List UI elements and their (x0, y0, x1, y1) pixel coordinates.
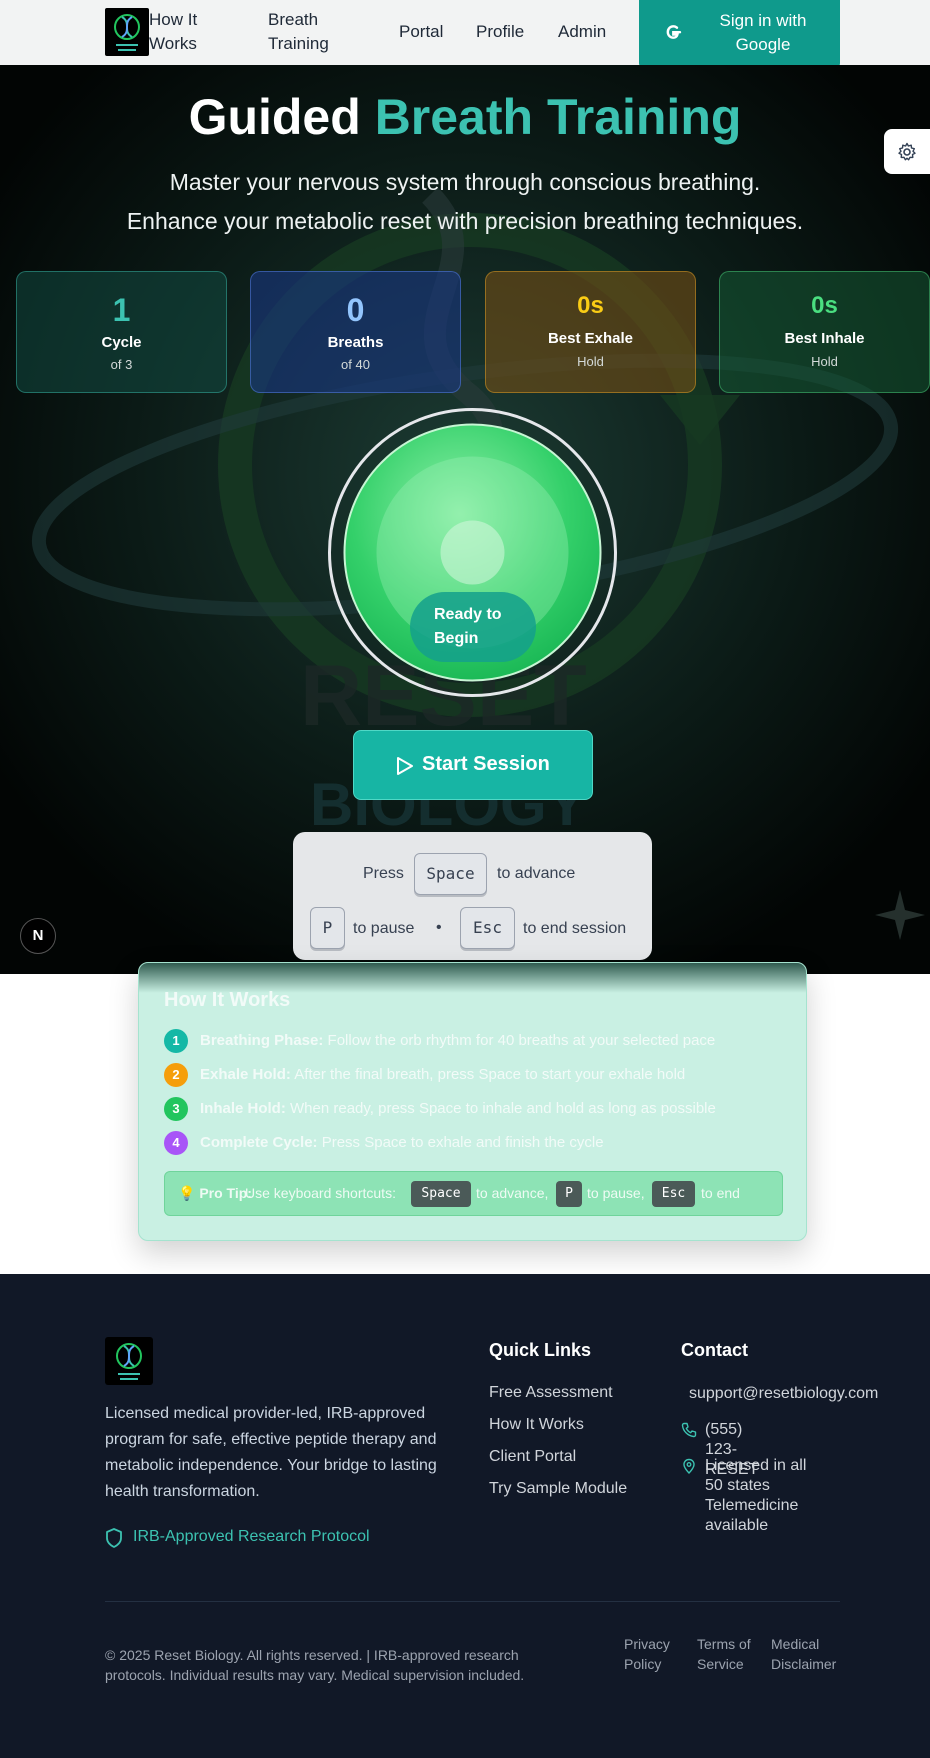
space-key: Space (414, 853, 487, 895)
step-2-desc: After the final breath, press Space to s… (294, 1066, 686, 1083)
pro-tip-esc-key: Esc (652, 1181, 695, 1207)
settings-button[interactable] (884, 129, 930, 174)
step-3-number: 3 (164, 1097, 188, 1121)
subtitle-line-2: Enhance your metabolic reset with precis… (126, 208, 804, 234)
footer-description: Licensed medical provider-led, IRB-appro… (105, 1405, 437, 1500)
top-nav: How It Works Breath Training Portal Prof… (0, 0, 930, 69)
step-1-number: 1 (164, 1029, 188, 1053)
contact-email[interactable]: support@resetbiology.com (689, 1384, 878, 1404)
stat-best-inhale-sub: Hold (811, 354, 838, 369)
dna-logo-icon (114, 14, 140, 51)
pro-tip-text-4: to end (701, 1185, 740, 1201)
step-4-number: 4 (164, 1131, 188, 1155)
stat-breaths-sub: of 40 (341, 357, 370, 372)
footer: Licensed medical provider-led, IRB-appro… (0, 1274, 930, 1758)
dev-tools-badge[interactable]: N (20, 918, 56, 954)
sign-in-label: Sign in with Google (719, 11, 807, 54)
stat-best-inhale-label: Best Inhale (784, 330, 865, 347)
pro-tip-text-3: to pause, (587, 1185, 645, 1201)
google-sign-in-button[interactable]: Sign in with Google (639, 0, 840, 69)
shortcut-pause-text: to pause (353, 920, 415, 937)
footer-divider (105, 1601, 840, 1602)
quick-links-title: Quick Links (489, 1340, 592, 1360)
subtitle-line-1: Master your nervous system through consc… (169, 169, 761, 195)
stat-cycle: 1 Cycle of 3 (16, 271, 227, 393)
how-it-works-card: How It Works 1 Breathing Phase: Follow t… (138, 962, 807, 1241)
contact-title: Contact (681, 1340, 748, 1360)
footer-logo[interactable] (105, 1337, 153, 1385)
step-4-text: Complete Cycle: Press Space to exhale an… (200, 1134, 604, 1151)
p-key: P (310, 907, 345, 949)
shortcut-press-text: Press (363, 865, 404, 882)
step-1-text: Breathing Phase: Follow the orb rhythm f… (200, 1032, 715, 1049)
shortcut-advance-text: to advance (497, 865, 576, 882)
shield-icon (106, 1528, 122, 1548)
step-2-text: Exhale Hold: After the final breath, pre… (200, 1066, 685, 1083)
nav-breath-training[interactable]: Breath Training (268, 8, 358, 56)
pro-tip: 💡 Pro Tip: Use keyboard shortcuts: Space… (164, 1171, 783, 1216)
dna-logo-icon (116, 1343, 142, 1380)
keyboard-shortcuts-panel: Press Space to advance P to pause • Esc … (293, 832, 652, 960)
footer-link-free-assessment[interactable]: Free Assessment (489, 1384, 613, 1402)
stat-breaths: 0 Breaths of 40 (250, 271, 461, 393)
footer-link-client-portal[interactable]: Client Portal (489, 1448, 576, 1466)
nav-admin[interactable]: Admin (558, 20, 606, 44)
pro-tip-space-key: Space (411, 1181, 471, 1207)
stat-best-inhale: 0s Best Inhale Hold (719, 271, 930, 393)
step-4-title: Complete Cycle: (200, 1134, 318, 1151)
title-plain: Guided (188, 89, 361, 145)
legal-privacy[interactable]: Privacy Policy (624, 1634, 679, 1674)
step-1-title: Breathing Phase: (200, 1032, 324, 1049)
page-title: Guided Breath Training (0, 85, 930, 149)
stat-best-exhale: 0s Best Exhale Hold (485, 271, 696, 393)
pro-tip-text-1: Use keyboard shortcuts: (245, 1185, 396, 1201)
footer-link-how-it-works[interactable]: How It Works (489, 1416, 584, 1434)
step-3-text: Inhale Hold: When ready, press Space to … (200, 1100, 716, 1117)
how-it-works-title: How It Works (164, 989, 291, 1011)
breath-status: Ready to Begin (410, 592, 536, 662)
stat-best-inhale-value: 0s (811, 292, 838, 319)
pro-tip-text-2: to advance, (476, 1185, 549, 1201)
nav-portal[interactable]: Portal (399, 20, 443, 44)
map-pin-icon (683, 1458, 695, 1474)
step-2-title: Exhale Hold: (200, 1066, 291, 1083)
stat-cycle-sub: of 3 (110, 357, 133, 372)
step-4-desc: Press Space to exhale and finish the cyc… (321, 1134, 604, 1151)
stat-breaths-label: Breaths (327, 334, 384, 351)
contact-location-text: Licensed in all 50 states Telemedicine a… (705, 1457, 807, 1534)
shortcut-bullet: • (436, 919, 442, 936)
nav-how-it-works[interactable]: How It Works (149, 8, 239, 56)
irb-label: IRB-Approved Research Protocol (133, 1528, 370, 1545)
play-icon (397, 757, 413, 775)
legal-terms[interactable]: Terms of Service (697, 1634, 752, 1674)
stat-best-exhale-label: Best Exhale (547, 330, 634, 347)
logo[interactable] (105, 8, 149, 56)
shortcut-end-text: to end session (523, 920, 627, 937)
stat-breaths-value: 0 (346, 292, 365, 328)
stat-best-exhale-sub: Hold (577, 354, 604, 369)
copyright: © 2025 Reset Biology. All rights reserve… (105, 1647, 525, 1683)
step-3-desc: When ready, press Space to inhale and ho… (290, 1100, 716, 1117)
page-subtitle: Master your nervous system through consc… (0, 163, 930, 241)
stat-best-exhale-value: 0s (577, 292, 604, 319)
step-1-desc: Follow the orb rhythm for 40 breaths at … (327, 1032, 716, 1049)
gear-icon (898, 142, 916, 160)
pro-tip-label: 💡 Pro Tip: (178, 1185, 252, 1201)
footer-link-sample-module[interactable]: Try Sample Module (489, 1480, 627, 1498)
esc-key: Esc (460, 907, 515, 949)
step-3-title: Inhale Hold: (200, 1100, 286, 1117)
stat-cycle-value: 1 (112, 292, 131, 328)
phone-icon (681, 1422, 697, 1438)
start-session-label: Start Session (422, 753, 550, 775)
start-session-button[interactable]: Start Session (353, 730, 593, 800)
stat-cycle-label: Cycle (101, 334, 142, 351)
google-icon (666, 25, 682, 39)
step-2-number: 2 (164, 1063, 188, 1087)
title-accent: Breath Training (374, 89, 742, 145)
hero-section: RESET BIOLOGY Guided Breath Training Mas… (0, 65, 930, 974)
nav-profile[interactable]: Profile (476, 20, 524, 44)
legal-disclaimer[interactable]: Medical Disclaimer (771, 1634, 846, 1674)
pro-tip-p-key: P (556, 1181, 582, 1207)
